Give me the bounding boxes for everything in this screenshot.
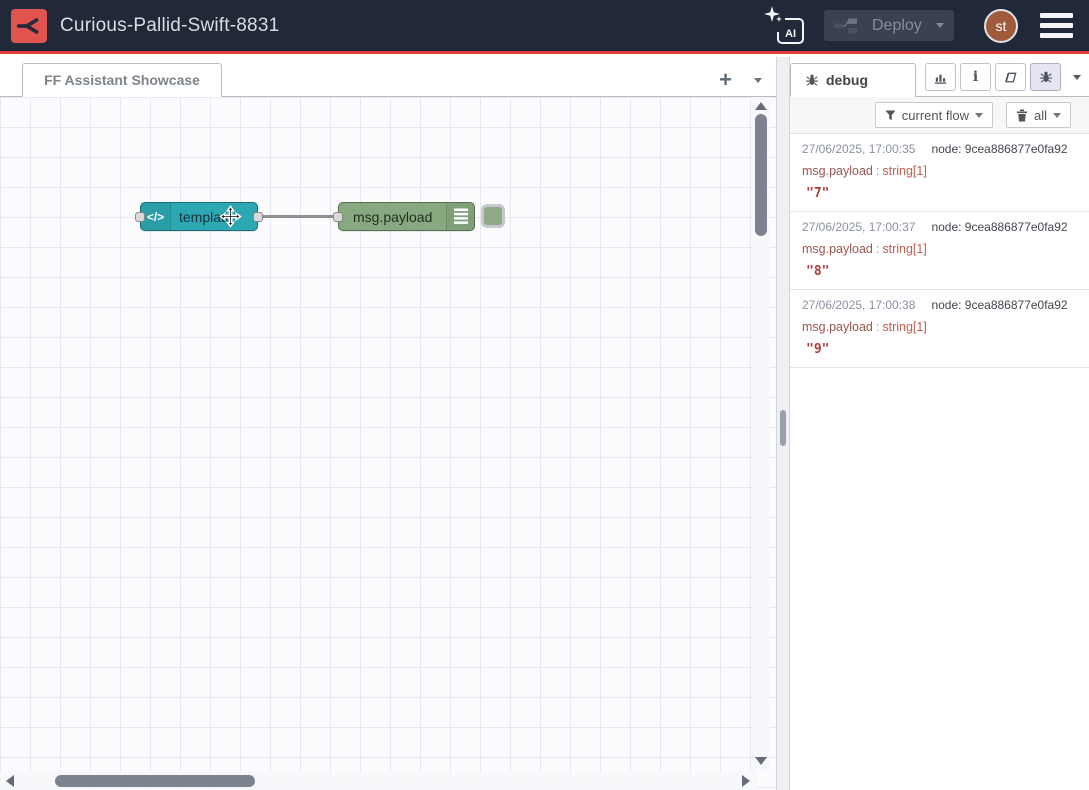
property-separator: : — [876, 242, 879, 256]
debug-enable-toggle-button[interactable] — [481, 204, 505, 228]
flow-tabbar: FF Assistant Showcase + — [0, 57, 776, 97]
info-button[interactable]: i — [960, 63, 991, 91]
property-type: string[1] — [882, 242, 926, 256]
debug-button[interactable] — [1030, 63, 1061, 91]
debug-message[interactable]: 27/06/2025, 17:00:38 node: 9cea886877e0f… — [790, 290, 1089, 368]
scroll-right-icon[interactable] — [742, 775, 750, 787]
workspace: FF Assistant Showcase + </> template msg… — [0, 57, 776, 790]
template-node-label: template — [179, 209, 233, 225]
message-meta: 27/06/2025, 17:00:37 node: 9cea886877e0f… — [802, 220, 1079, 234]
message-meta: 27/06/2025, 17:00:38 node: 9cea886877e0f… — [802, 298, 1079, 312]
deploy-icon — [834, 18, 858, 34]
main-menu-button[interactable] — [1040, 13, 1073, 38]
vertical-scrollbar-thumb[interactable] — [755, 114, 767, 236]
message-source-node: node: 9cea886877e0fa92 — [931, 142, 1067, 156]
main-area: FF Assistant Showcase + </> template msg… — [0, 57, 1089, 790]
list-icon — [446, 203, 474, 230]
message-source-node: node: 9cea886877e0fa92 — [931, 220, 1067, 234]
message-source-node: node: 9cea886877e0fa92 — [931, 298, 1067, 312]
menu-bar-icon — [1040, 13, 1073, 18]
flow-tab-label: FF Assistant Showcase — [44, 72, 200, 88]
branch-icon — [16, 13, 42, 39]
bug-icon — [805, 73, 819, 87]
filter-caret-icon — [975, 113, 983, 118]
node-debug[interactable]: msg.payload — [338, 202, 475, 231]
sidebar-tabbar: debug i — [790, 57, 1089, 97]
sidebar-icon-buttons: i — [925, 63, 1081, 91]
sidebar-separator[interactable] — [776, 57, 790, 790]
template-input-port[interactable] — [135, 212, 145, 222]
ai-assistant-button[interactable]: AI — [764, 6, 806, 46]
debug-clear-button[interactable]: all — [1006, 102, 1071, 128]
menu-bar-icon — [1040, 23, 1073, 28]
info-icon: i — [973, 69, 978, 85]
template-output-port[interactable] — [253, 212, 263, 222]
message-meta: 27/06/2025, 17:00:35 node: 9cea886877e0f… — [802, 142, 1079, 156]
debug-tab-label: debug — [826, 72, 868, 88]
debug-message[interactable]: 27/06/2025, 17:00:37 node: 9cea886877e0f… — [790, 212, 1089, 290]
property-name: msg.payload — [802, 164, 873, 178]
funnel-icon — [885, 110, 896, 121]
debug-node-label: msg.payload — [353, 209, 446, 225]
vertical-scrollbar[interactable] — [752, 97, 770, 771]
property-name: msg.payload — [802, 320, 873, 334]
property-name: msg.payload — [802, 242, 873, 256]
scroll-left-icon[interactable] — [6, 775, 14, 787]
bar-chart-icon — [933, 70, 948, 85]
sparkle-icon — [764, 6, 785, 32]
add-flow-button[interactable]: + — [719, 70, 732, 90]
property-separator: : — [876, 320, 879, 334]
deploy-options-caret-icon[interactable] — [936, 23, 944, 28]
message-property: msg.payload:string[1] — [802, 242, 1079, 256]
wire-template-to-debug[interactable] — [257, 215, 339, 218]
separator-drag-handle[interactable] — [780, 410, 786, 446]
debug-filter-button[interactable]: current flow — [875, 102, 993, 128]
property-type: string[1] — [882, 320, 926, 334]
page-title: Curious-Pallid-Swift-8831 — [60, 15, 279, 37]
deploy-button[interactable]: Deploy — [824, 10, 954, 41]
debug-toolbar: current flow all — [790, 97, 1089, 134]
message-property: msg.payload:string[1] — [802, 320, 1079, 334]
message-timestamp: 27/06/2025, 17:00:37 — [802, 220, 915, 234]
help-button[interactable] — [995, 63, 1026, 91]
horizontal-scrollbar-thumb[interactable] — [55, 775, 255, 787]
header: Curious-Pallid-Swift-8831 AI Deploy st — [0, 0, 1089, 54]
deploy-label: Deploy — [872, 17, 922, 35]
flow-canvas[interactable]: </> template msg.payload — [0, 97, 776, 790]
sidebar: debug i — [790, 57, 1089, 790]
debug-clear-label: all — [1034, 108, 1047, 123]
message-value[interactable]: "8" — [806, 264, 1079, 279]
flow-tab-ff-assistant-showcase[interactable]: FF Assistant Showcase — [22, 63, 222, 97]
tab-debug[interactable]: debug — [790, 63, 916, 97]
debug-message[interactable]: 27/06/2025, 17:00:35 node: 9cea886877e0f… — [790, 134, 1089, 212]
scroll-up-icon[interactable] — [755, 102, 767, 110]
debug-filter-label: current flow — [902, 108, 969, 123]
flowfuse-logo-icon[interactable] — [11, 9, 47, 43]
book-icon — [1003, 70, 1018, 85]
horizontal-scrollbar[interactable] — [0, 771, 758, 790]
flow-list-caret-icon[interactable] — [754, 78, 762, 83]
property-type: string[1] — [882, 164, 926, 178]
node-template[interactable]: </> template — [140, 202, 258, 231]
dashboard-button[interactable] — [925, 63, 956, 91]
clear-caret-icon — [1053, 113, 1061, 118]
message-value[interactable]: "7" — [806, 186, 1079, 201]
message-timestamp: 27/06/2025, 17:00:35 — [802, 142, 915, 156]
message-property: msg.payload:string[1] — [802, 164, 1079, 178]
user-avatar[interactable]: st — [984, 9, 1018, 43]
menu-bar-icon — [1040, 33, 1073, 38]
property-separator: : — [876, 164, 879, 178]
message-value[interactable]: "9" — [806, 342, 1079, 357]
trash-icon — [1016, 109, 1028, 122]
message-timestamp: 27/06/2025, 17:00:38 — [802, 298, 915, 312]
debug-input-port[interactable] — [333, 212, 343, 222]
code-icon: </> — [141, 203, 171, 230]
scroll-down-icon[interactable] — [755, 757, 767, 765]
debug-message-list: 27/06/2025, 17:00:35 node: 9cea886877e0f… — [790, 134, 1089, 368]
bug-icon — [1039, 70, 1053, 84]
sidebar-menu-caret-icon[interactable] — [1073, 75, 1081, 80]
header-actions: AI Deploy st — [764, 0, 1089, 51]
flow-tab-actions: + — [719, 70, 762, 90]
